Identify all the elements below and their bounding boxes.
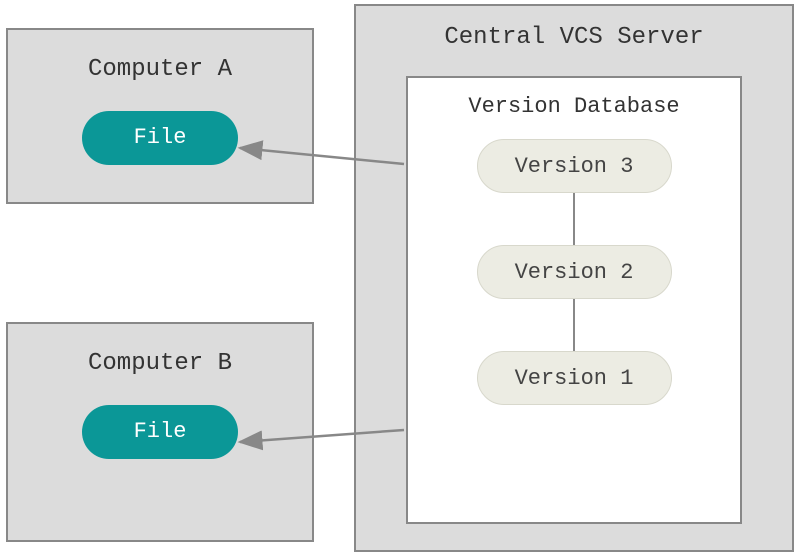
- server-box: Central VCS Server Version Database Vers…: [354, 4, 794, 552]
- database-title: Version Database: [408, 78, 740, 127]
- computer-b-title: Computer B: [8, 324, 312, 387]
- file-pill-b: File: [82, 405, 238, 459]
- version-database-box: Version Database Version 3 Version 2 Ver…: [406, 76, 742, 524]
- computer-b-box: Computer B File: [6, 322, 314, 542]
- version-connector: [573, 299, 575, 351]
- versions-list: Version 3 Version 2 Version 1: [408, 139, 740, 405]
- computer-a-box: Computer A File: [6, 28, 314, 204]
- server-title: Central VCS Server: [356, 6, 792, 61]
- file-pill-a: File: [82, 111, 238, 165]
- version-connector: [573, 193, 575, 245]
- version-pill-1: Version 1: [477, 351, 672, 405]
- version-pill-3: Version 3: [477, 139, 672, 193]
- computer-a-title: Computer A: [8, 30, 312, 93]
- version-pill-2: Version 2: [477, 245, 672, 299]
